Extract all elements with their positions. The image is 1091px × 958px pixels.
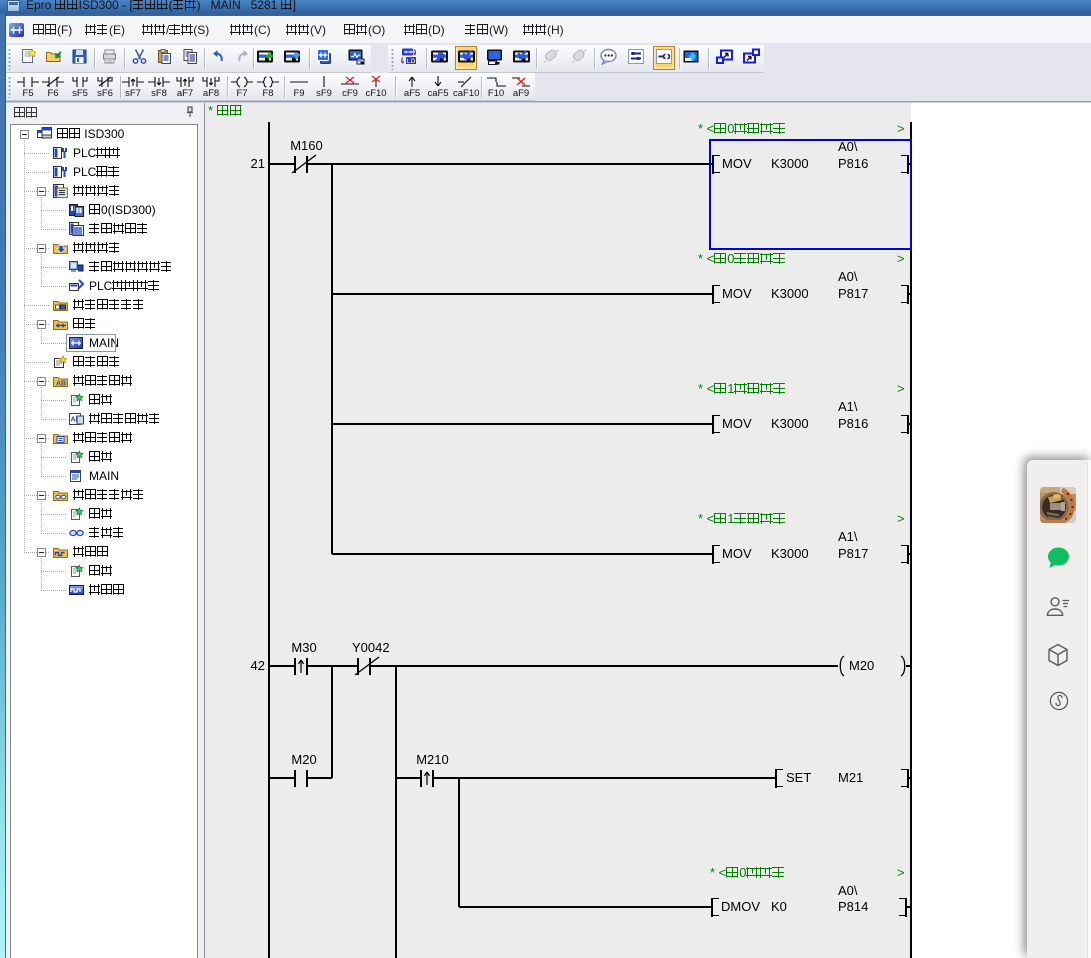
svg-text:AB: AB: [56, 381, 66, 388]
svg-text:LD: LD: [407, 58, 416, 65]
